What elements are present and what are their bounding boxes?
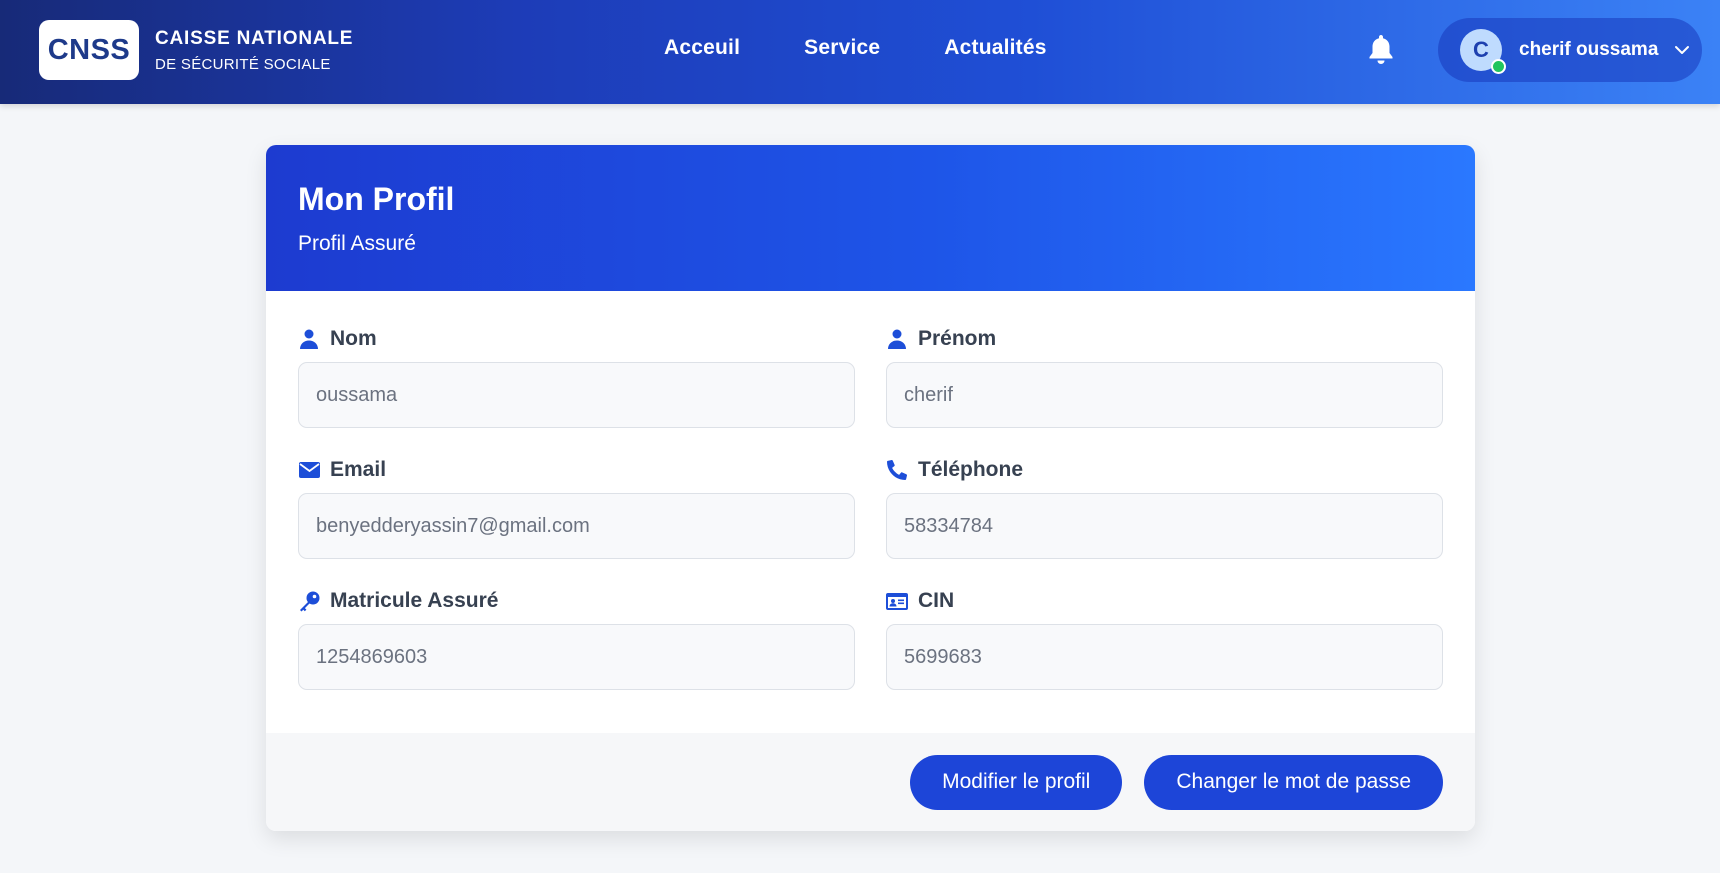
field-nom: Nom <box>298 325 855 428</box>
avatar-initial: C <box>1473 37 1489 62</box>
label-text: Matricule Assuré <box>330 589 499 612</box>
top-navbar: CNSS CAISSE NATIONALE DE SÉCURITÉ SOCIAL… <box>0 0 1720 104</box>
profile-card-header: Mon Profil Profil Assuré <box>266 145 1475 291</box>
field-cin-label: CIN <box>886 587 1443 615</box>
edit-profile-button[interactable]: Modifier le profil <box>910 754 1123 810</box>
online-status-dot <box>1491 59 1506 74</box>
label-text: Email <box>330 458 387 481</box>
avatar: C <box>1460 29 1506 74</box>
email-field[interactable] <box>298 493 855 559</box>
field-cin: CIN <box>886 587 1443 690</box>
field-telephone-label: Téléphone <box>886 456 1443 484</box>
field-email-label: Email <box>298 456 855 484</box>
brand[interactable]: CNSS CAISSE NATIONALE DE SÉCURITÉ SOCIAL… <box>39 20 353 80</box>
field-matricule-label: Matricule Assuré <box>298 587 855 615</box>
page-subtitle: Profil Assuré <box>298 232 416 255</box>
org-name-line1: CAISSE NATIONALE <box>155 27 354 49</box>
change-password-button[interactable]: Changer le mot de passe <box>1144 754 1443 810</box>
field-prenom-label: Prénom <box>886 325 1443 353</box>
main-nav: Acceuil Service Actualités <box>664 36 1047 60</box>
field-nom-label: Nom <box>298 325 855 353</box>
user-menu[interactable]: C cherif oussama <box>1438 18 1702 82</box>
user-name: cherif oussama <box>1519 39 1659 60</box>
id-card-icon <box>886 590 908 612</box>
profile-form: Nom Prénom Email <box>298 325 1443 690</box>
cnss-logo: CNSS <box>39 20 139 80</box>
prenom-input[interactable] <box>886 362 1443 428</box>
user-icon <box>298 328 320 350</box>
telephone-input[interactable] <box>886 493 1443 559</box>
field-matricule: Matricule Assuré <box>298 587 855 690</box>
matricule-input[interactable] <box>298 624 855 690</box>
nom-input[interactable] <box>298 362 855 428</box>
key-icon <box>298 590 320 612</box>
nav-service[interactable]: Service <box>804 36 880 60</box>
nav-acceuil[interactable]: Acceuil <box>664 36 740 60</box>
envelope-icon <box>298 459 320 481</box>
page-title: Mon Profil <box>298 181 455 217</box>
bell-icon[interactable] <box>1367 33 1395 65</box>
field-telephone: Téléphone <box>886 456 1443 559</box>
phone-icon <box>886 459 908 481</box>
profile-actions: Modifier le profil Changer le mot de pas… <box>266 733 1475 831</box>
nav-actualites[interactable]: Actualités <box>944 36 1046 60</box>
label-text: Téléphone <box>918 458 1024 481</box>
org-name-line2: DE SÉCURITÉ SOCIALE <box>155 55 331 73</box>
label-text: Nom <box>330 327 377 350</box>
cin-input[interactable] <box>886 624 1443 690</box>
user-icon <box>886 328 908 350</box>
brand-text: CAISSE NATIONALE DE SÉCURITÉ SOCIALE <box>155 28 353 73</box>
chevron-down-icon <box>1675 46 1690 54</box>
field-prenom: Prénom <box>886 325 1443 428</box>
label-text: Prénom <box>918 327 997 350</box>
field-email: Email <box>298 456 855 559</box>
profile-card: Mon Profil Profil Assuré Nom Prénom <box>266 145 1475 831</box>
label-text: CIN <box>918 589 955 612</box>
